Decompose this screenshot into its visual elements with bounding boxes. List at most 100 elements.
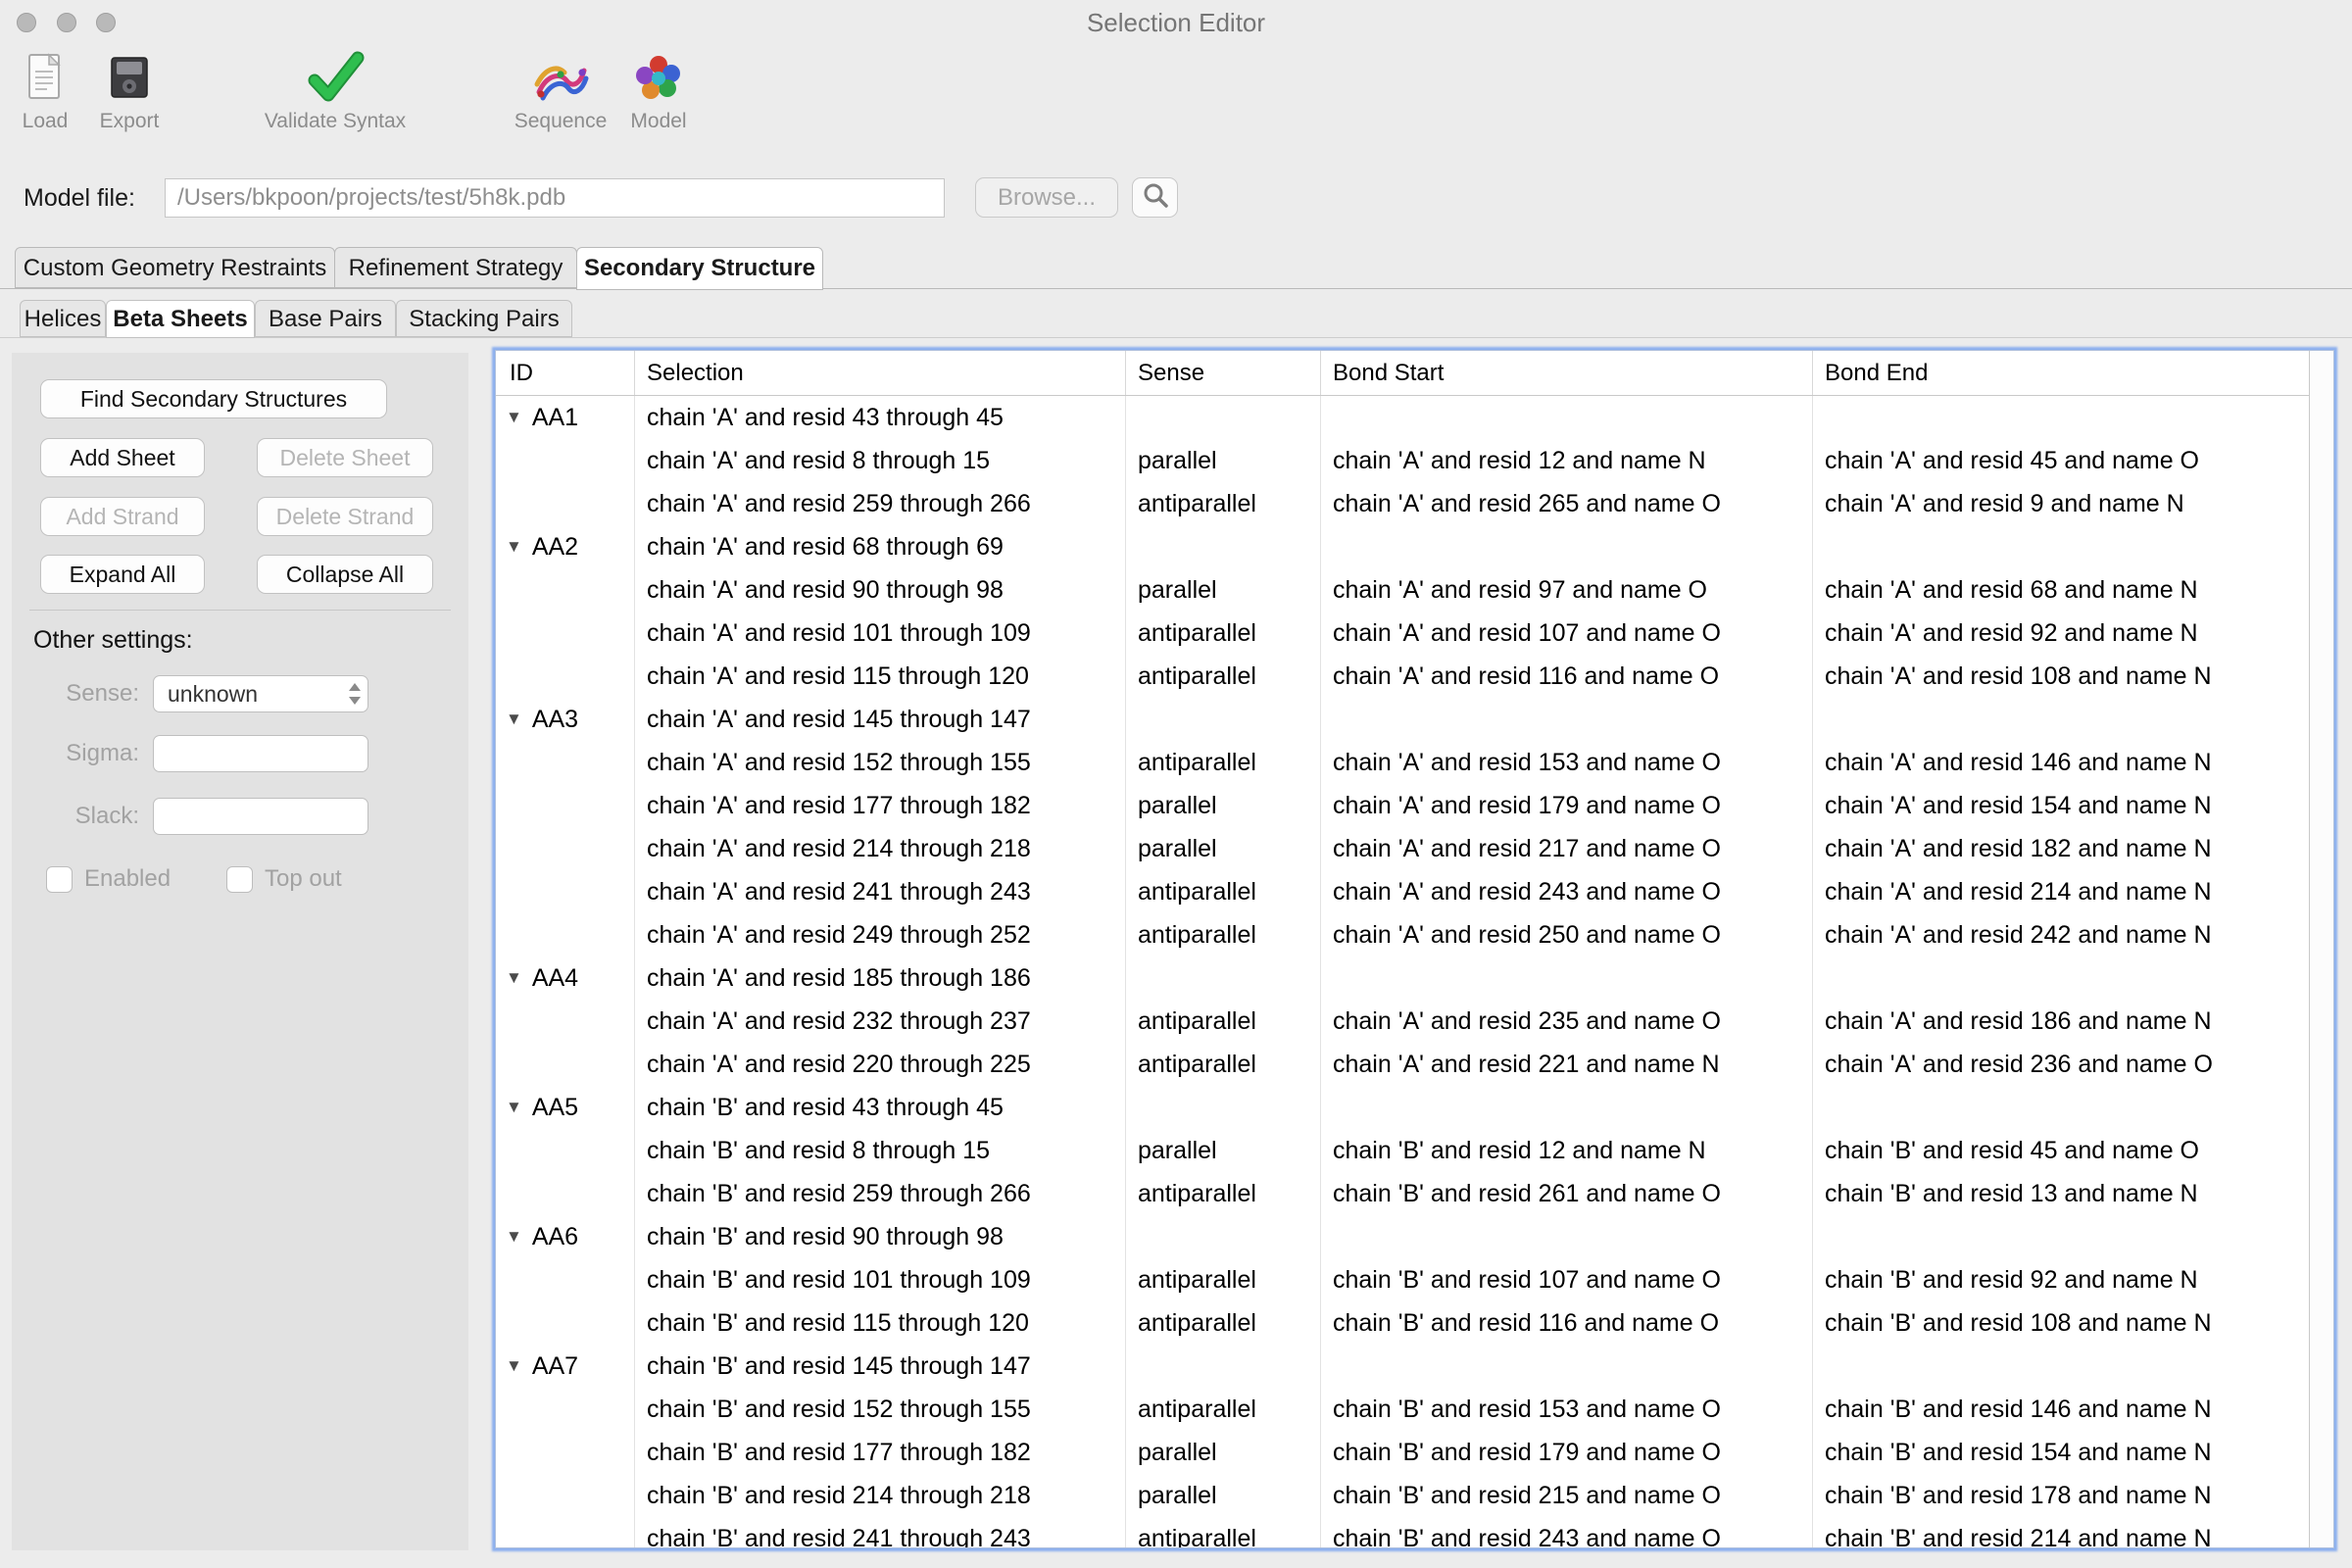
bond-end-cell[interactable]: chain 'A' and resid 236 and name O (1813, 1043, 2311, 1086)
bond-end-cell[interactable] (1813, 1345, 2311, 1388)
bond-start-cell[interactable]: chain 'B' and resid 12 and name N (1321, 1129, 1813, 1172)
disclosure-triangle-icon[interactable]: ▼ (506, 1215, 522, 1258)
id-cell[interactable] (496, 1431, 635, 1474)
bond-end-cell[interactable]: chain 'A' and resid 45 and name O (1813, 439, 2311, 482)
add-strand-button[interactable]: Add Strand (40, 497, 205, 536)
selection-cell[interactable]: chain 'A' and resid 68 through 69 (635, 525, 1126, 568)
table-row[interactable]: chain 'A' and resid 115 through 120antip… (496, 655, 2311, 698)
bond-start-cell[interactable] (1321, 1345, 1813, 1388)
table-row[interactable]: chain 'B' and resid 241 through 243antip… (496, 1517, 2311, 1548)
id-cell[interactable]: ▼AA1 (496, 396, 635, 439)
id-cell[interactable] (496, 784, 635, 827)
table-row[interactable]: chain 'A' and resid 259 through 266antip… (496, 482, 2311, 525)
bond-start-cell[interactable]: chain 'A' and resid 12 and name N (1321, 439, 1813, 482)
vertical-scrollbar[interactable] (2309, 351, 2333, 1548)
minimize-button[interactable] (57, 13, 76, 32)
id-cell[interactable] (496, 1517, 635, 1548)
bond-end-cell[interactable]: chain 'A' and resid 182 and name N (1813, 827, 2311, 870)
selection-cell[interactable]: chain 'B' and resid 115 through 120 (635, 1301, 1126, 1345)
sense-cell[interactable]: antiparallel (1126, 1000, 1321, 1043)
id-cell[interactable] (496, 913, 635, 956)
disclosure-triangle-icon[interactable]: ▼ (506, 698, 522, 741)
table-row[interactable]: ▼AA2chain 'A' and resid 68 through 69 (496, 525, 2311, 568)
table-row[interactable]: chain 'A' and resid 220 through 225antip… (496, 1043, 2311, 1086)
id-cell[interactable] (496, 482, 635, 525)
bond-end-cell[interactable]: chain 'A' and resid 186 and name N (1813, 1000, 2311, 1043)
top-out-checkbox[interactable] (226, 866, 253, 893)
delete-strand-button[interactable]: Delete Strand (257, 497, 433, 536)
selection-cell[interactable]: chain 'A' and resid 241 through 243 (635, 870, 1126, 913)
column-header-selection[interactable]: Selection (635, 351, 1126, 395)
table-row[interactable]: chain 'B' and resid 214 through 218paral… (496, 1474, 2311, 1517)
selection-cell[interactable]: chain 'B' and resid 152 through 155 (635, 1388, 1126, 1431)
selection-cell[interactable]: chain 'A' and resid 152 through 155 (635, 741, 1126, 784)
bond-start-cell[interactable] (1321, 1086, 1813, 1129)
sense-cell[interactable] (1126, 1086, 1321, 1129)
id-cell[interactable]: ▼AA2 (496, 525, 635, 568)
table-row[interactable]: ▼AA1chain 'A' and resid 43 through 45 (496, 396, 2311, 439)
selection-cell[interactable]: chain 'A' and resid 232 through 237 (635, 1000, 1126, 1043)
subtab-beta-sheets[interactable]: Beta Sheets (106, 300, 255, 338)
bond-end-cell[interactable]: chain 'B' and resid 178 and name N (1813, 1474, 2311, 1517)
selection-cell[interactable]: chain 'B' and resid 43 through 45 (635, 1086, 1126, 1129)
sense-cell[interactable]: parallel (1126, 1129, 1321, 1172)
bond-start-cell[interactable]: chain 'A' and resid 179 and name O (1321, 784, 1813, 827)
id-cell[interactable] (496, 1000, 635, 1043)
sense-cell[interactable]: parallel (1126, 1431, 1321, 1474)
table-row[interactable]: chain 'B' and resid 8 through 15parallel… (496, 1129, 2311, 1172)
selection-cell[interactable]: chain 'A' and resid 249 through 252 (635, 913, 1126, 956)
id-cell[interactable]: ▼AA5 (496, 1086, 635, 1129)
disclosure-triangle-icon[interactable]: ▼ (506, 525, 522, 568)
bond-end-cell[interactable]: chain 'A' and resid 68 and name N (1813, 568, 2311, 612)
sense-cell[interactable]: antiparallel (1126, 1301, 1321, 1345)
bond-end-cell[interactable]: chain 'B' and resid 154 and name N (1813, 1431, 2311, 1474)
bond-start-cell[interactable]: chain 'A' and resid 153 and name O (1321, 741, 1813, 784)
search-button[interactable] (1132, 177, 1178, 218)
selection-cell[interactable]: chain 'A' and resid 214 through 218 (635, 827, 1126, 870)
selection-cell[interactable]: chain 'A' and resid 259 through 266 (635, 482, 1126, 525)
bond-start-cell[interactable]: chain 'A' and resid 265 and name O (1321, 482, 1813, 525)
collapse-all-button[interactable]: Collapse All (257, 555, 433, 594)
selection-cell[interactable]: chain 'B' and resid 145 through 147 (635, 1345, 1126, 1388)
bond-end-cell[interactable]: chain 'A' and resid 214 and name N (1813, 870, 2311, 913)
selection-cell[interactable]: chain 'B' and resid 8 through 15 (635, 1129, 1126, 1172)
bond-end-cell[interactable] (1813, 525, 2311, 568)
column-header-bond-end[interactable]: Bond End (1813, 351, 2311, 395)
slack-field[interactable] (153, 798, 368, 835)
sense-cell[interactable]: antiparallel (1126, 1258, 1321, 1301)
id-cell[interactable] (496, 870, 635, 913)
id-cell[interactable] (496, 612, 635, 655)
bond-end-cell[interactable] (1813, 1215, 2311, 1258)
selection-cell[interactable]: chain 'B' and resid 214 through 218 (635, 1474, 1126, 1517)
disclosure-triangle-icon[interactable]: ▼ (506, 1345, 522, 1388)
sense-cell[interactable] (1126, 956, 1321, 1000)
enabled-checkbox[interactable] (46, 866, 73, 893)
sequence-tool-button[interactable]: Sequence (496, 47, 625, 133)
sigma-field[interactable] (153, 735, 368, 772)
table-row[interactable]: chain 'A' and resid 152 through 155antip… (496, 741, 2311, 784)
selection-cell[interactable]: chain 'A' and resid 43 through 45 (635, 396, 1126, 439)
disclosure-triangle-icon[interactable]: ▼ (506, 1086, 522, 1129)
selection-cell[interactable]: chain 'A' and resid 101 through 109 (635, 612, 1126, 655)
sense-cell[interactable]: parallel (1126, 1474, 1321, 1517)
bond-end-cell[interactable]: chain 'A' and resid 154 and name N (1813, 784, 2311, 827)
table-row[interactable]: ▼AA6chain 'B' and resid 90 through 98 (496, 1215, 2311, 1258)
bond-start-cell[interactable]: chain 'A' and resid 116 and name O (1321, 655, 1813, 698)
sense-cell[interactable] (1126, 1215, 1321, 1258)
selection-cell[interactable]: chain 'B' and resid 177 through 182 (635, 1431, 1126, 1474)
disclosure-triangle-icon[interactable]: ▼ (506, 396, 522, 439)
id-cell[interactable] (496, 827, 635, 870)
selection-cell[interactable]: chain 'A' and resid 177 through 182 (635, 784, 1126, 827)
bond-end-cell[interactable] (1813, 698, 2311, 741)
selection-cell[interactable]: chain 'A' and resid 185 through 186 (635, 956, 1126, 1000)
selection-cell[interactable]: chain 'A' and resid 90 through 98 (635, 568, 1126, 612)
selection-cell[interactable]: chain 'B' and resid 101 through 109 (635, 1258, 1126, 1301)
table-row[interactable]: chain 'A' and resid 8 through 15parallel… (496, 439, 2311, 482)
bond-end-cell[interactable] (1813, 396, 2311, 439)
table-row[interactable]: chain 'A' and resid 232 through 237antip… (496, 1000, 2311, 1043)
sense-cell[interactable]: antiparallel (1126, 1172, 1321, 1215)
subtab-helices[interactable]: Helices (20, 300, 106, 337)
selection-cell[interactable]: chain 'A' and resid 8 through 15 (635, 439, 1126, 482)
find-secondary-structures-button[interactable]: Find Secondary Structures (40, 379, 387, 418)
bond-end-cell[interactable]: chain 'B' and resid 13 and name N (1813, 1172, 2311, 1215)
